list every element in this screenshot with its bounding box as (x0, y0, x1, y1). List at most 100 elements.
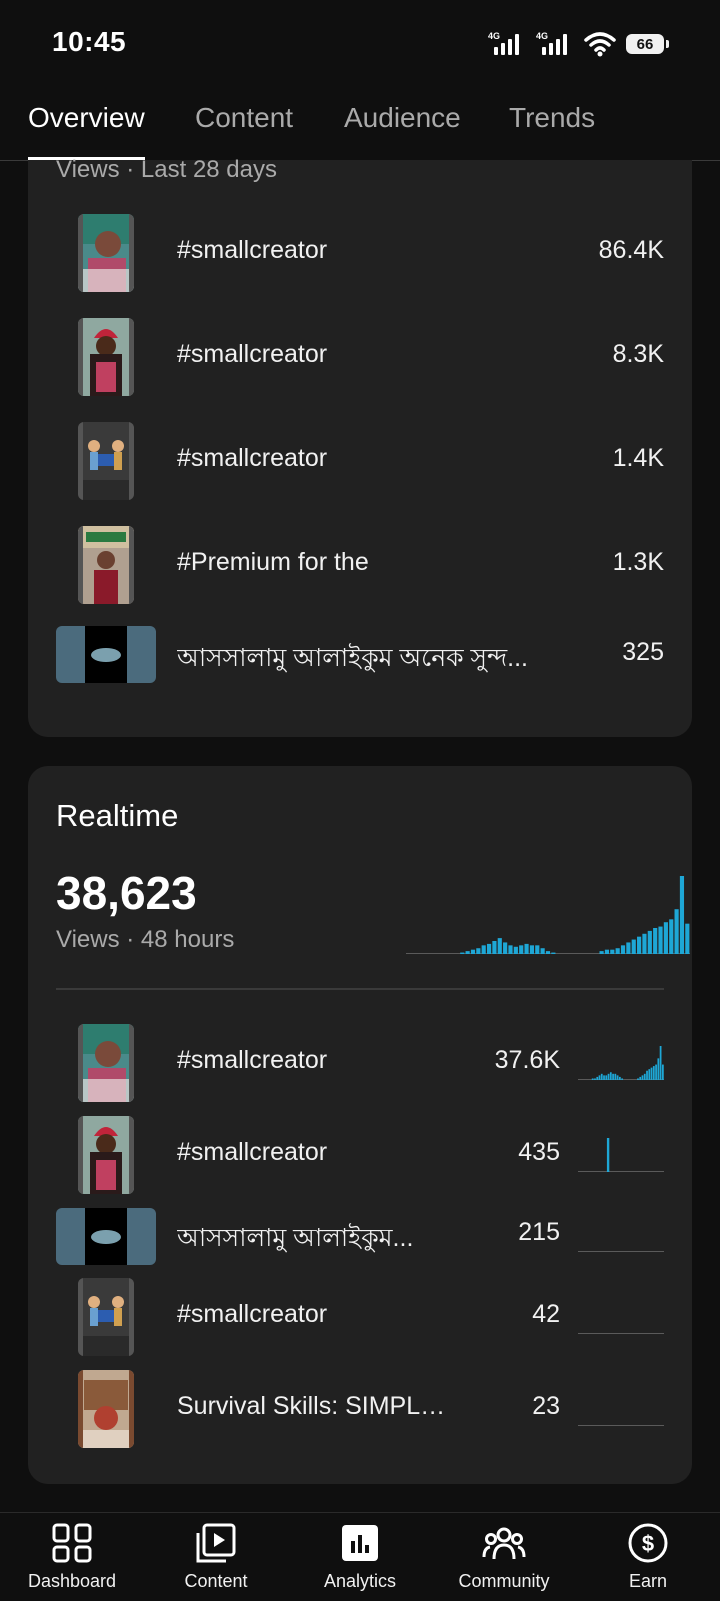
chart-bar (643, 1073, 646, 1080)
chart-bar (591, 1078, 594, 1080)
status-bar: 10:45 4G 4G 66 (0, 0, 720, 88)
chart-bar (658, 926, 663, 954)
chart-bar (669, 919, 674, 954)
list-item[interactable]: #smallcreator 42 (28, 1278, 692, 1362)
chart-bar (639, 1076, 642, 1080)
nav-earn[interactable]: $ Earn (576, 1521, 720, 1592)
chart-bar (599, 951, 604, 954)
chart-bar (648, 1069, 651, 1080)
tab-bar: Overview Content Audience Trends (0, 88, 720, 161)
chart-bar (647, 930, 652, 954)
tab-trends[interactable]: Trends (509, 102, 595, 158)
tab-audience[interactable]: Audience (344, 102, 461, 158)
sparkline (578, 1138, 664, 1172)
realtime-chart (406, 876, 690, 954)
dashboard-icon (52, 1523, 92, 1563)
video-views: 1.3K (612, 548, 664, 576)
video-views: 37.6K (494, 1046, 560, 1074)
video-title: #smallcreator (177, 340, 328, 368)
chart-bar (529, 945, 535, 954)
chart-bar (631, 939, 636, 954)
list-item[interactable]: #smallcreator 37.6K (28, 1024, 692, 1108)
video-title: #Premium for the (177, 548, 369, 576)
chart-bar (596, 1076, 599, 1080)
chart-bar (503, 942, 508, 954)
video-views: 42 (532, 1300, 560, 1328)
video-thumbnail (78, 1116, 134, 1194)
chart-bar (610, 949, 615, 954)
chart-bar (637, 936, 642, 954)
video-thumbnail (56, 626, 156, 683)
signal-icon: 4G (488, 31, 519, 55)
chart-bar (652, 1066, 655, 1080)
chart-bar (642, 933, 647, 954)
chart-bar (615, 948, 620, 954)
tab-content[interactable]: Content (195, 102, 293, 158)
svg-text:$: $ (642, 1531, 654, 1556)
video-views: 23 (532, 1392, 560, 1420)
chart-bar (470, 949, 476, 954)
video-views: 435 (518, 1138, 560, 1166)
video-title: #smallcreator (177, 1300, 328, 1328)
sparkline (578, 1251, 664, 1252)
chart-bar (476, 948, 481, 954)
tab-overview[interactable]: Overview (28, 102, 145, 161)
chart-bar (655, 1064, 657, 1080)
chart-bar (551, 952, 556, 954)
content-icon (196, 1523, 236, 1563)
chart-bar (545, 951, 551, 954)
chart-bar (657, 1058, 660, 1080)
chart-bar (616, 1075, 619, 1080)
signal-icon-2: 4G (536, 31, 567, 55)
bottom-nav: Dashboard Content Analytics Community $ … (0, 1512, 720, 1601)
list-item[interactable]: Survival Skills: SIMPLE... 23 (28, 1370, 692, 1454)
chart-bar (605, 1075, 608, 1080)
chart-bar (661, 1064, 664, 1080)
list-item[interactable]: #smallcreator 1.4K (28, 422, 692, 506)
chart-bar (618, 1076, 621, 1080)
chart-bar (540, 948, 545, 954)
chart-bar (604, 949, 610, 954)
video-title: #smallcreator (177, 444, 328, 472)
realtime-title: Realtime (56, 798, 179, 833)
nav-content[interactable]: Content (144, 1521, 288, 1592)
chart-bar (486, 943, 492, 954)
nav-label: Community (458, 1571, 550, 1591)
chart-bar (614, 1073, 617, 1080)
realtime-card[interactable]: Realtime 38,623 Views · 48 hours #smallc… (28, 766, 692, 1484)
video-title: #smallcreator (177, 1046, 328, 1074)
list-item[interactable]: #Premium for the 1.3K (28, 526, 692, 610)
list-item[interactable]: #smallcreator 435 (28, 1116, 692, 1200)
nav-community[interactable]: Community (432, 1521, 576, 1592)
chart-bar (612, 1073, 614, 1080)
chart-bar (674, 909, 679, 954)
nav-analytics[interactable]: Analytics (288, 1521, 432, 1592)
nav-dashboard[interactable]: Dashboard (0, 1521, 144, 1592)
chart-bar (481, 945, 486, 954)
battery-level: 66 (636, 35, 654, 53)
list-item[interactable]: আসসালামু আলাইকুম অনেক সুন্দ... 325 (28, 626, 692, 710)
top-content-subtitle: Views · Last 28 days (56, 156, 278, 183)
chart-bar (508, 945, 513, 954)
chart-bar (641, 1075, 644, 1080)
chart-bar (513, 946, 518, 954)
chart-bar (460, 952, 465, 954)
chart-bar (600, 1073, 603, 1080)
video-thumbnail (78, 1370, 134, 1448)
chart-bar (650, 1067, 653, 1080)
community-icon (482, 1527, 526, 1560)
chart-bar (659, 1046, 662, 1080)
chart-bar (679, 876, 685, 954)
chart-bar (663, 922, 668, 954)
chart-bar (620, 945, 626, 954)
nav-label: Analytics (323, 1571, 397, 1591)
sparkline (578, 1425, 664, 1426)
chart-bar (685, 923, 690, 954)
chart-bar (594, 1078, 596, 1080)
status-time: 10:45 (52, 26, 127, 57)
divider (56, 988, 664, 990)
svg-text:4G: 4G (536, 31, 548, 41)
list-item[interactable]: #smallcreator 86.4K (28, 214, 692, 298)
chart-bar (497, 938, 502, 954)
list-item[interactable]: #smallcreator 8.3K (28, 318, 692, 402)
